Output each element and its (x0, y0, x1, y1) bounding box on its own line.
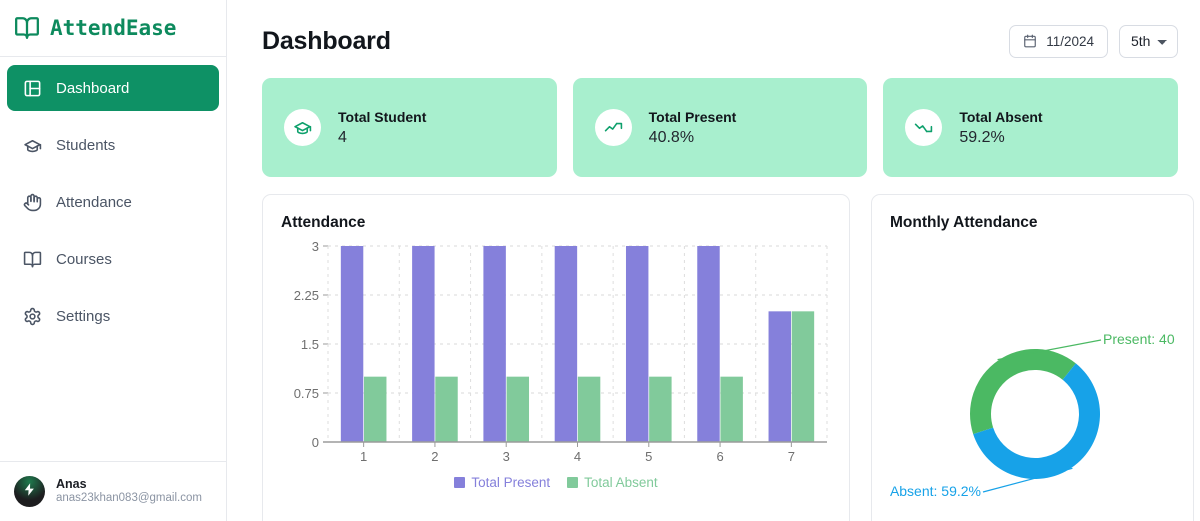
svg-text:1.5: 1.5 (301, 337, 319, 352)
stat-value: 40.8% (648, 128, 695, 146)
svg-text:0: 0 (312, 435, 319, 450)
trending-up-icon (594, 109, 632, 146)
brand-name: AttendEase (50, 16, 177, 40)
stat-label: Total Student (338, 108, 427, 125)
stat-text: Total Student 4 (338, 109, 426, 147)
bar (791, 311, 815, 442)
header-controls: 11/2024 5th (1009, 24, 1178, 58)
page-header: Dashboard 11/2024 5th (262, 20, 1178, 62)
sidebar-item-dashboard[interactable]: Dashboard (7, 65, 219, 111)
sidebar-item-label: Courses (56, 250, 112, 268)
svg-text:1: 1 (360, 449, 367, 464)
bar-chart-svg[interactable]: 0 0.75 1.5 2.25 3 1 2 3 4 5 6 7 (281, 239, 833, 468)
sidebar-nav: Dashboard Students Attendance Courses Se… (0, 57, 226, 461)
stat-card-total-absent: Total Absent 59.2% (883, 78, 1179, 177)
bar (649, 376, 672, 442)
stat-text: Total Absent 59.2% (959, 109, 1042, 147)
sidebar-item-settings[interactable]: Settings (7, 293, 219, 339)
graduation-cap-icon (23, 136, 42, 155)
panel-title: Attendance (281, 214, 366, 231)
gear-icon (23, 307, 42, 326)
user-email: anas23khan083@gmail.com (56, 492, 202, 505)
sidebar: AttendEase Dashboard Students Attendance… (0, 0, 227, 521)
bar (412, 246, 435, 442)
user-name: Anas (56, 477, 87, 492)
stat-cards: Total Student 4 Total Present 40.8% Tota… (262, 78, 1179, 177)
calendar-icon (1023, 34, 1037, 48)
sidebar-item-courses[interactable]: Courses (7, 236, 219, 282)
monthly-attendance-panel: Monthly Attendance Present: 40.8% Absent:… (871, 194, 1199, 521)
legend-label-absent: Total Absent (584, 475, 658, 490)
svg-text:2: 2 (431, 449, 438, 464)
donut-slice (970, 349, 1076, 435)
svg-text:2.25: 2.25 (294, 288, 319, 303)
app-root: AttendEase Dashboard Students Attendance… (0, 0, 1200, 521)
page-title: Dashboard (262, 26, 391, 55)
bar (768, 311, 792, 442)
bar (697, 246, 720, 442)
panel-title: Monthly Attendance (890, 214, 1038, 231)
stat-card-total-student: Total Student 4 (262, 78, 557, 177)
graduation-cap-icon (284, 109, 321, 146)
lightning-bolt-icon (22, 482, 37, 502)
main-content: Dashboard 11/2024 5th Total Student 4 To… (227, 0, 1200, 521)
sidebar-item-label: Students (56, 136, 116, 154)
avatar (14, 476, 45, 507)
user-info: Anas anas23khan083@gmail.com (56, 477, 202, 505)
book-open-icon (14, 15, 40, 41)
brand-logo[interactable]: AttendEase (0, 0, 226, 57)
donut-label: Present: 40.8% (1103, 331, 1175, 347)
bar (554, 246, 578, 442)
chart-panels: Attendance 0 0.75 1.5 2.25 3 1 2 3 4 5 6 7 Total Pr… (262, 194, 1199, 521)
svg-text:3: 3 (503, 449, 510, 464)
bar (720, 376, 743, 442)
svg-text:7: 7 (788, 449, 795, 464)
bar (483, 246, 506, 442)
legend-swatch-present (454, 477, 466, 488)
trending-down-icon (905, 109, 943, 146)
legend-item-present[interactable]: Total Present (454, 475, 550, 490)
user-profile[interactable]: Anas anas23khan083@gmail.com (0, 461, 226, 521)
bar (340, 246, 364, 442)
svg-text:3: 3 (312, 242, 319, 254)
svg-text:5: 5 (645, 449, 652, 464)
bar (625, 246, 649, 442)
bar-chart: 0 0.75 1.5 2.25 3 1 2 3 4 5 6 7 (281, 239, 833, 473)
stat-text: Total Present 40.8% (649, 109, 737, 147)
layout-dashboard-icon (23, 79, 42, 98)
sidebar-item-label: Settings (56, 307, 111, 325)
svg-text:0.75: 0.75 (294, 386, 319, 401)
legend-item-absent[interactable]: Total Absent (567, 475, 658, 490)
donut-chart: Present: 40.8% Absent: 59.2% (890, 236, 1199, 521)
date-picker-value: 11/2024 (1046, 33, 1094, 49)
bar (577, 376, 601, 442)
legend-label-present: Total Present (471, 475, 551, 490)
bar-chart-legend: Total Present Total Absent (281, 475, 831, 490)
date-picker[interactable]: 11/2024 (1009, 24, 1108, 58)
sidebar-item-attendance[interactable]: Attendance (7, 179, 219, 225)
stat-value: 4 (338, 128, 347, 146)
bar (435, 376, 458, 442)
legend-swatch-absent (567, 477, 579, 488)
bar (506, 376, 530, 442)
attendance-bar-panel: Attendance 0 0.75 1.5 2.25 3 1 2 3 4 5 6 7 Total Pr… (262, 194, 850, 521)
book-open-icon (23, 250, 42, 269)
donut-label: Absent: 59.2% (890, 483, 981, 499)
stat-card-total-present: Total Present 40.8% (572, 78, 868, 177)
sidebar-item-students[interactable]: Students (7, 122, 219, 168)
sidebar-item-label: Dashboard (56, 79, 130, 97)
stat-label: Total Absent (959, 108, 1043, 125)
sidebar-item-label: Attendance (56, 193, 132, 211)
grade-select[interactable]: 5th (1119, 24, 1178, 58)
stat-value: 59.2% (959, 128, 1005, 146)
svg-text:4: 4 (574, 449, 581, 464)
svg-text:6: 6 (716, 449, 723, 464)
donut-chart-svg[interactable]: Present: 40.8% Absent: 59.2% (890, 236, 1199, 521)
bar (363, 376, 387, 442)
stat-label: Total Present (648, 108, 737, 125)
hand-icon (23, 193, 42, 212)
